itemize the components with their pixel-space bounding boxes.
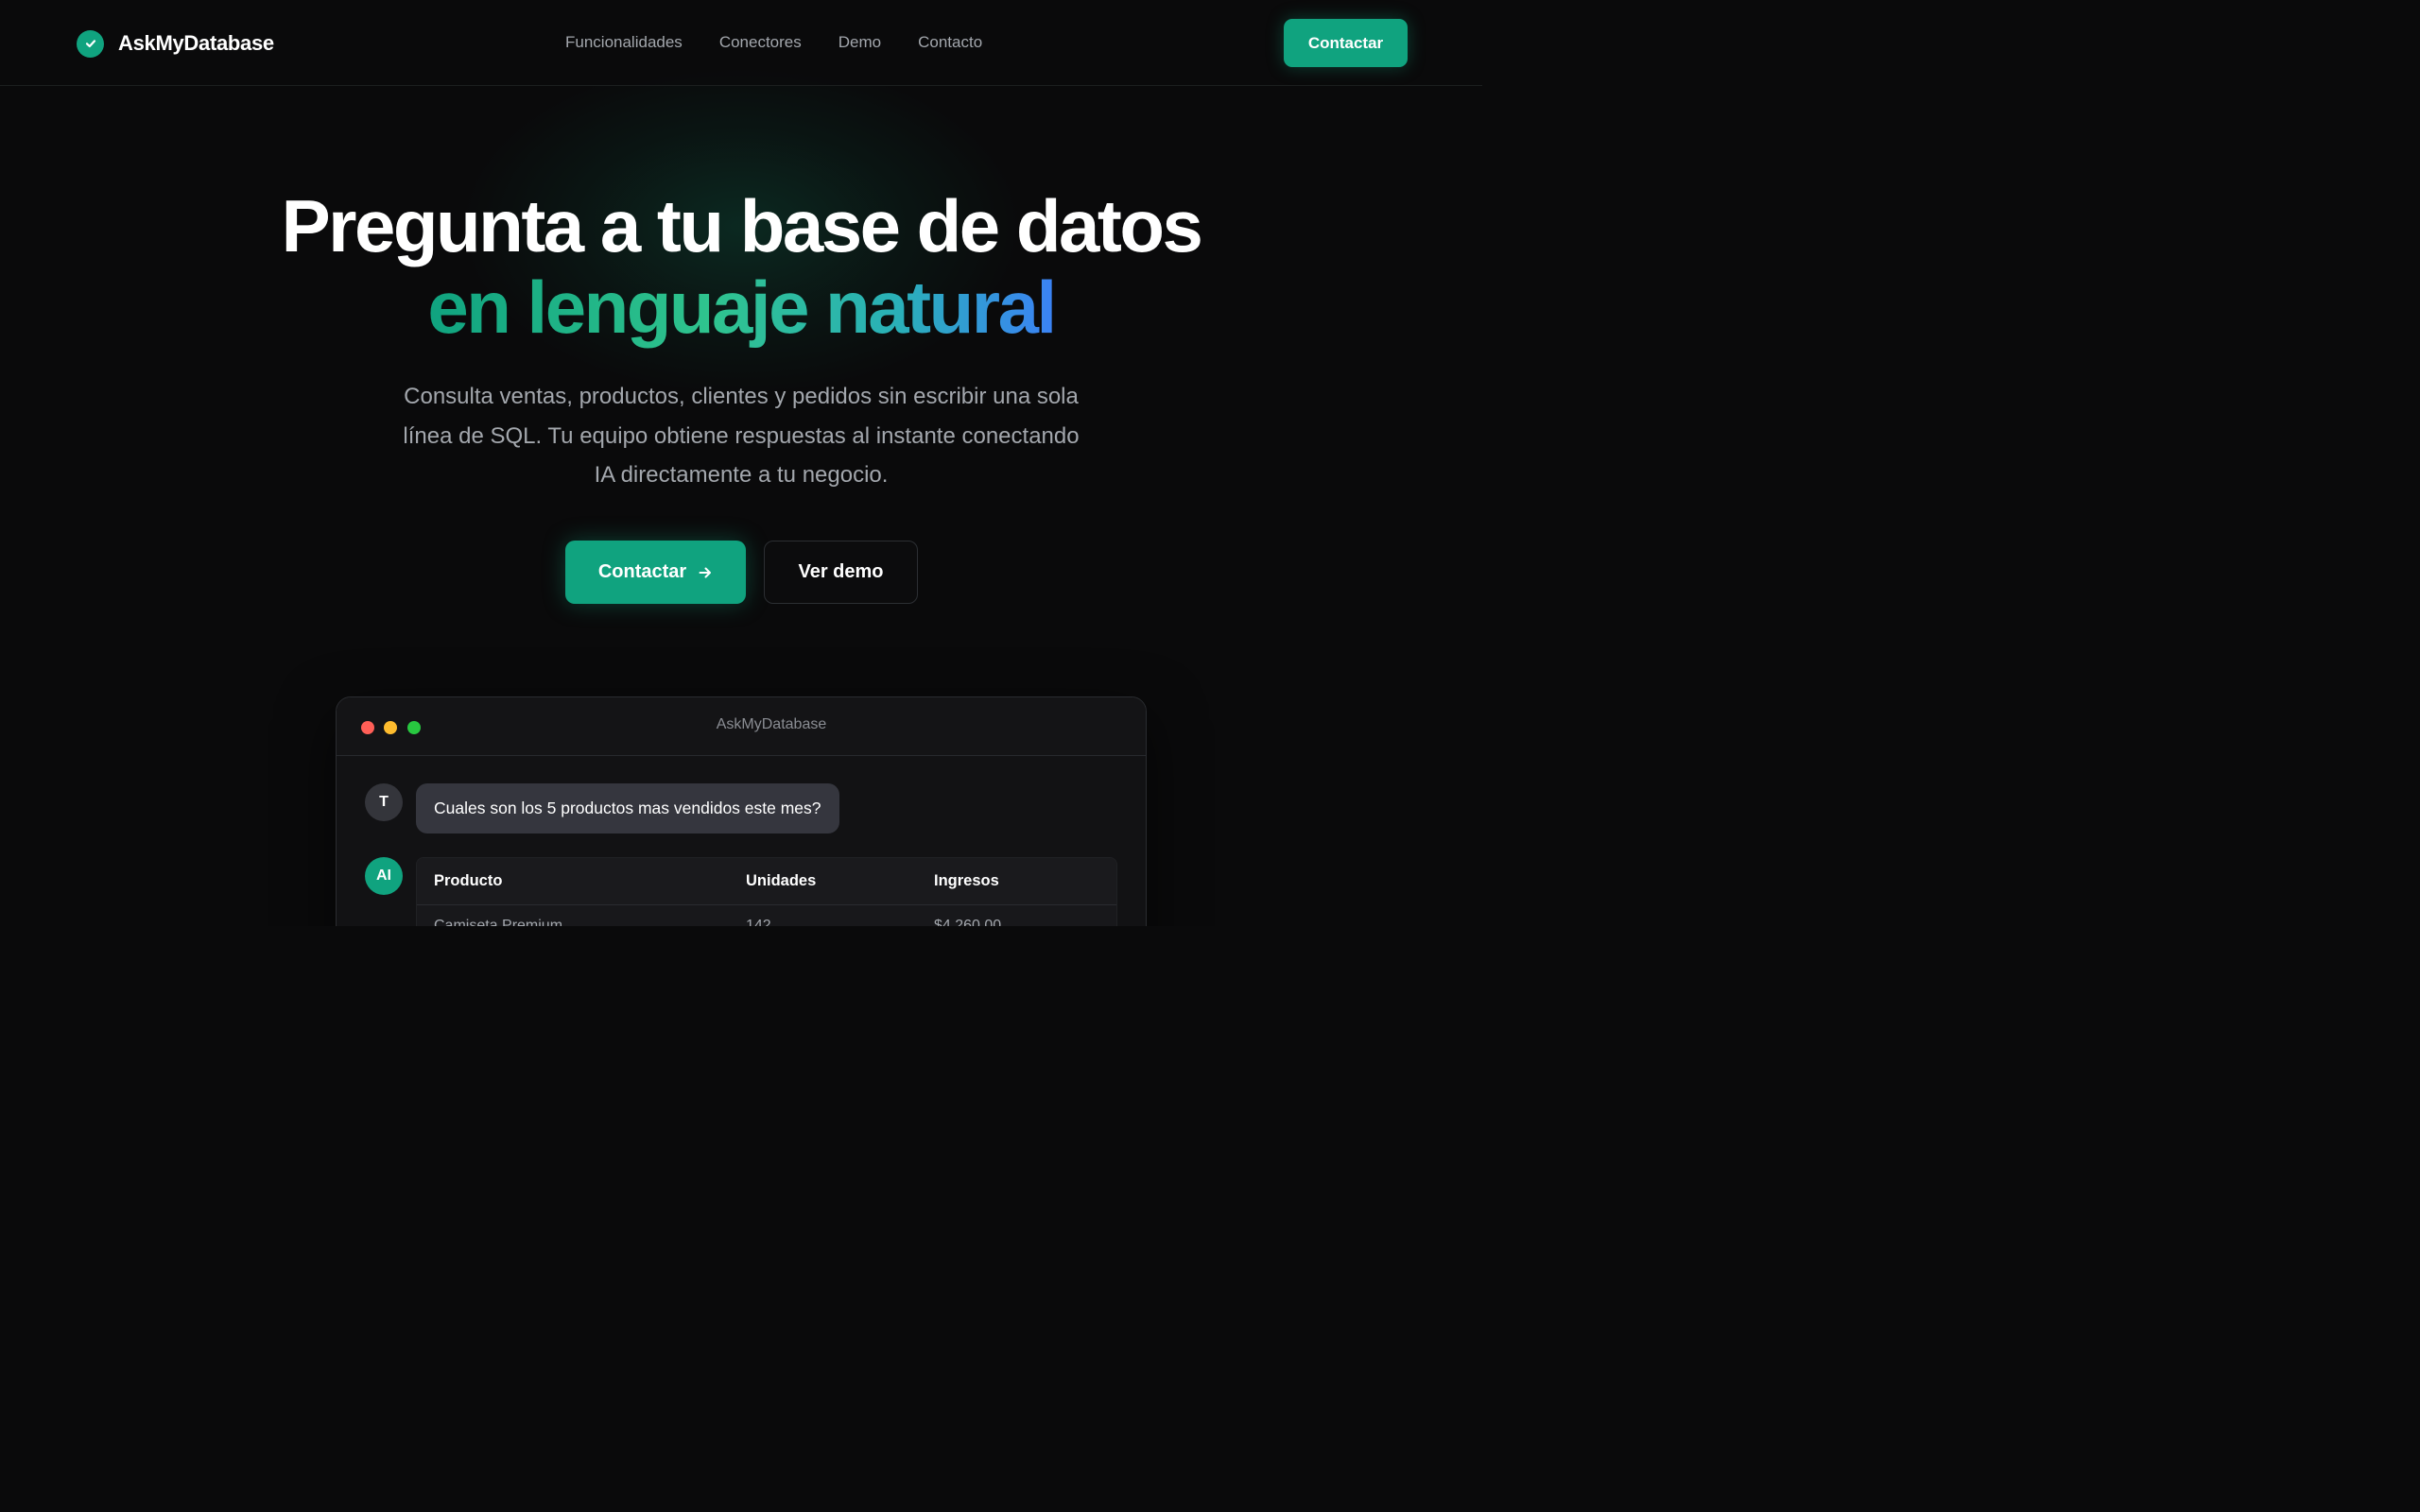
table-row: Camiseta Premium 142 $4,260.00 [417,905,1116,926]
hero-subtitle-line-2: línea de SQL. Tu equipo obtiene respuest… [403,422,1080,449]
hero-title-gradient-text: en lenguaje natural [427,266,1057,349]
main-nav: Funcionalidades Conectores Demo Contacto [565,32,1019,53]
view-demo-button[interactable]: Ver demo [764,541,918,604]
window-title: AskMyDatabase [716,716,827,732]
column-header-ingresos: Ingresos [934,872,999,889]
window-title-bar: AskMyDatabase [337,697,1146,756]
cell-producto: Camiseta Premium [434,918,563,926]
brand-name: AskMyDatabase [118,31,274,55]
top-navbar: AskMyDatabase Funcionalidades Conectores… [0,0,1482,86]
cell-unidades: 142 [746,918,771,926]
column-header-producto: Producto [434,872,503,889]
demo-app-window: AskMyDatabase T Cuales son los 5 product… [336,696,1147,926]
header-contact-button[interactable]: Contactar [1284,19,1408,67]
hero-subtitle-line-1: Consulta ventas, productos, clientes y p… [404,384,1079,409]
landing-page: AskMyDatabase Funcionalidades Conectores… [0,0,1482,926]
table-header: Producto Unidades Ingresos [417,858,1116,905]
check-circle-icon [77,29,104,58]
user-avatar: T [365,783,403,821]
hero-subtitle-line-3: IA directamente a tu negocio. [594,462,889,488]
ai-avatar: AI [365,857,403,895]
cell-ingresos: $4,260.00 [934,918,1002,926]
nav-link-conectores[interactable]: Conectores [719,32,802,53]
nav-link-demo[interactable]: Demo [838,32,881,53]
nav-link-funcionalidades[interactable]: Funcionalidades [565,32,683,53]
result-table: Producto Unidades Ingresos Camiseta Prem… [416,857,1117,926]
user-message-bubble: Cuales son los 5 productos mas vendidos … [416,783,839,833]
hero-title: Pregunta a tu base de datos [281,184,1203,267]
hero-title-accent: en lenguaje natural [0,266,1482,348]
nav-link-contacto[interactable]: Contacto [918,32,982,53]
brand-logo[interactable]: AskMyDatabase [77,29,274,58]
hero-contact-button[interactable]: Contactar [565,541,746,604]
hero-contact-label: Contactar [597,561,687,582]
hero-subtitle: Consulta ventas, productos, clientes y p… [363,377,1119,495]
arrow-right-icon [698,565,713,580]
column-header-unidades: Unidades [746,872,817,889]
